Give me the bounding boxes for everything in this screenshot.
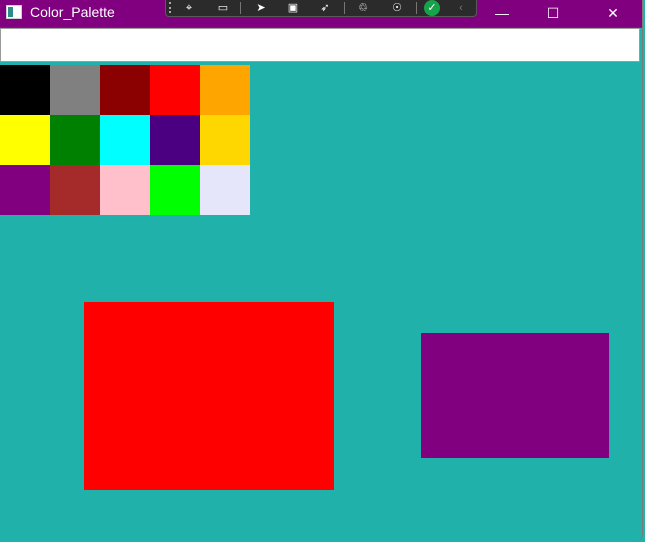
video-icon[interactable]: ▭ xyxy=(212,1,234,15)
chevron-left-icon[interactable]: ‹ xyxy=(450,1,472,15)
color-swatch[interactable] xyxy=(150,165,200,215)
window-title: Color_Palette xyxy=(30,4,115,20)
accessibility-icon[interactable]: ☉ xyxy=(386,1,408,15)
color-swatch[interactable] xyxy=(200,115,250,165)
debug-toolbar: ⌖ ▭ ➤ ▣ ➶ ♲ ☉ ✓ ‹ xyxy=(165,0,477,17)
color-swatch[interactable] xyxy=(100,165,150,215)
title-bar[interactable]: Color_Palette ⌖ ▭ ➤ ▣ ➶ ♲ ☉ ✓ ‹ — ☐ ✕ xyxy=(0,0,642,28)
color-swatch[interactable] xyxy=(200,65,250,115)
toolbar-separator xyxy=(416,2,417,14)
color-swatch[interactable] xyxy=(0,65,50,115)
text-input[interactable] xyxy=(0,28,640,62)
app-window: Color_Palette ⌖ ▭ ➤ ▣ ➶ ♲ ☉ ✓ ‹ — ☐ ✕ xyxy=(0,0,643,542)
color-swatch[interactable] xyxy=(50,65,100,115)
toolbar-grip-icon[interactable] xyxy=(169,2,175,13)
color-swatch[interactable] xyxy=(150,65,200,115)
cursor-pointer-icon[interactable]: ➤ xyxy=(250,1,272,15)
toolbar-separator xyxy=(344,2,345,14)
close-button[interactable]: ✕ xyxy=(590,0,636,27)
toolbar-separator xyxy=(240,2,241,14)
cursor-target-icon[interactable]: ➶ xyxy=(314,1,336,15)
color-swatch[interactable] xyxy=(100,65,150,115)
color-palette xyxy=(0,65,250,215)
color-swatch[interactable] xyxy=(200,165,250,215)
color-swatch[interactable] xyxy=(100,115,150,165)
color-swatch[interactable] xyxy=(150,115,200,165)
red-rectangle[interactable] xyxy=(84,302,334,490)
color-swatch[interactable] xyxy=(0,115,50,165)
color-swatch[interactable] xyxy=(50,115,100,165)
hot-reload-icon[interactable]: ♲ xyxy=(352,1,374,15)
maximize-button[interactable]: ☐ xyxy=(530,0,576,27)
frame-icon[interactable]: ▣ xyxy=(282,1,304,15)
color-swatch[interactable] xyxy=(0,165,50,215)
check-icon[interactable]: ✓ xyxy=(424,0,440,16)
color-swatch[interactable] xyxy=(50,165,100,215)
minimize-button[interactable]: — xyxy=(479,0,525,27)
app-icon xyxy=(6,5,22,19)
select-element-icon[interactable]: ⌖ xyxy=(178,1,200,15)
purple-rectangle[interactable] xyxy=(421,333,609,458)
